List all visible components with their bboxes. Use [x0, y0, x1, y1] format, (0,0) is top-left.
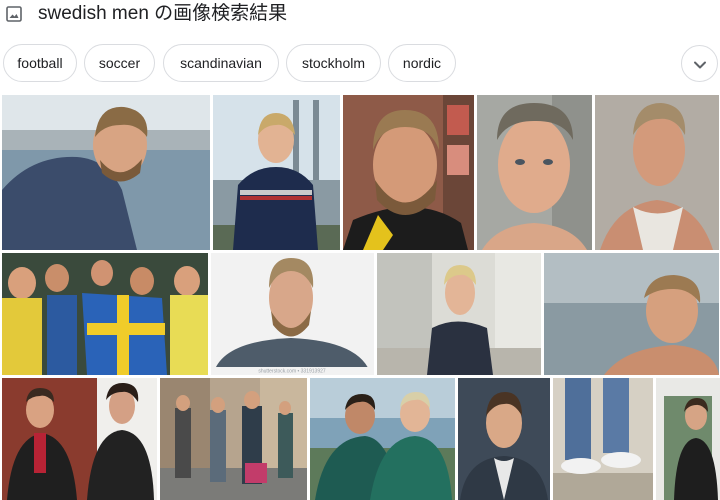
image-result[interactable] — [477, 95, 592, 250]
chip-soccer[interactable]: soccer — [84, 44, 155, 82]
image-result[interactable] — [160, 378, 307, 500]
watermark-text: shutterstock.com • 331913927 — [258, 369, 326, 375]
image-result[interactable] — [656, 378, 720, 500]
chip-scandinavian[interactable]: scandinavian — [163, 44, 279, 82]
image-result[interactable] — [2, 378, 157, 500]
image-icon — [6, 6, 22, 22]
image-result[interactable] — [2, 253, 208, 375]
chip-stockholm[interactable]: stockholm — [286, 44, 381, 82]
image-result[interactable] — [343, 95, 474, 250]
chevron-down-icon — [694, 61, 706, 69]
image-result[interactable]: shutterstock.com • 331913927 — [211, 253, 374, 375]
image-result[interactable] — [553, 378, 653, 500]
image-result[interactable] — [544, 253, 719, 375]
related-search-chips: football soccer scandinavian stockholm n… — [0, 44, 720, 86]
image-result[interactable] — [310, 378, 455, 500]
image-result[interactable] — [595, 95, 719, 250]
image-result[interactable] — [377, 253, 541, 375]
chip-football[interactable]: football — [3, 44, 77, 82]
expand-chips-button[interactable] — [681, 45, 718, 82]
image-result[interactable] — [213, 95, 340, 250]
image-result[interactable] — [2, 95, 210, 250]
search-header: swedish men の画像検索結果 — [0, 0, 720, 34]
results-title: swedish men の画像検索結果 — [38, 3, 288, 24]
chip-nordic[interactable]: nordic — [388, 44, 456, 82]
image-result[interactable] — [458, 378, 550, 500]
